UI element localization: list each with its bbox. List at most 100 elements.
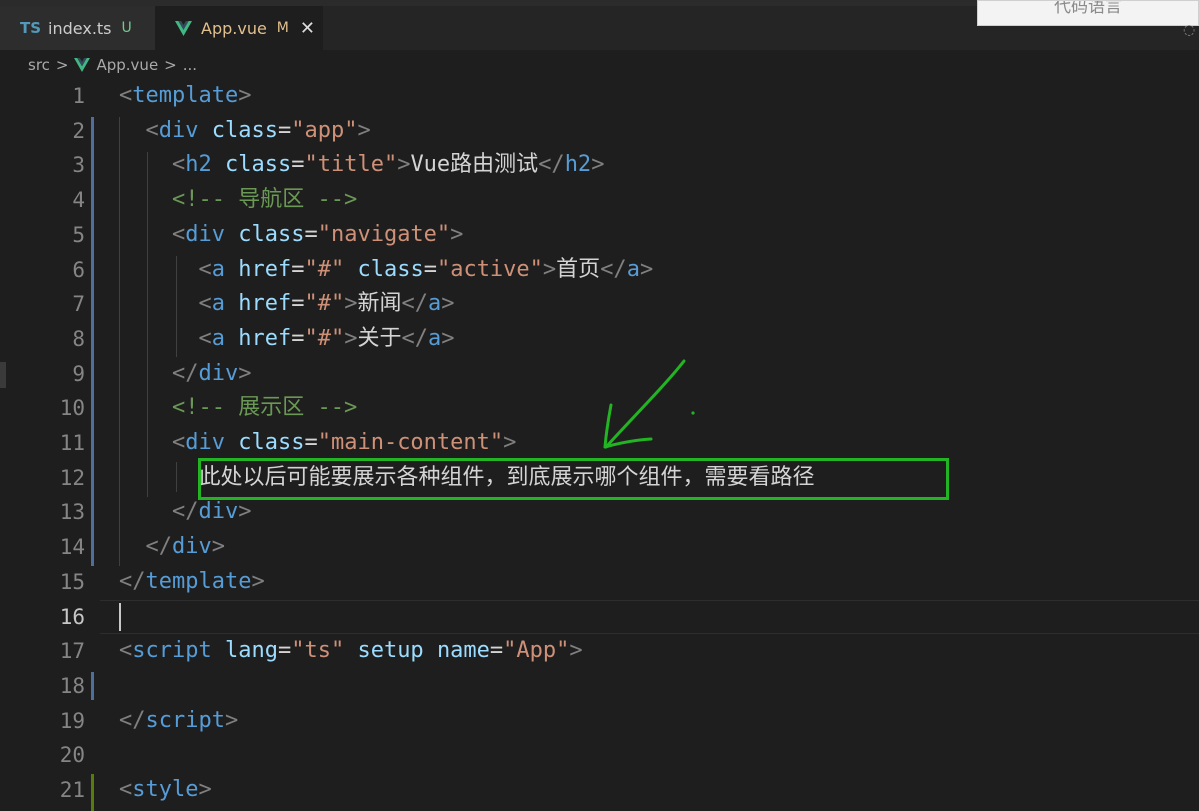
token-punctuation: < <box>198 325 212 351</box>
token-text: 首页 <box>556 256 601 282</box>
code-line[interactable]: 15 </template> <box>0 565 1199 599</box>
line-number: 20 <box>59 743 85 768</box>
code-line[interactable]: 1 <template> <box>0 79 1199 113</box>
token-equals-sign: = <box>489 638 504 664</box>
line-number: 8 <box>72 326 85 351</box>
breadcrumb-folder[interactable]: src <box>28 56 50 74</box>
token-punctuation: </ <box>538 152 565 178</box>
code-line[interactable]: 17 <script lang="ts" setup name="App"> <box>0 634 1199 668</box>
token-punctuation: < <box>171 221 186 247</box>
token-equals-sign: = <box>304 430 318 455</box>
line-code[interactable]: <!-- 展示区 --> <box>119 391 357 425</box>
code-line[interactable]: 14 </div> <box>0 530 1199 564</box>
token-punctuation: > <box>397 152 411 178</box>
line-number: 18 <box>59 673 85 698</box>
close-icon[interactable]: ✕ <box>300 18 315 39</box>
code-line[interactable]: 7 <a href="#">新闻</a> <box>0 287 1199 321</box>
token-punctuation: > <box>238 360 252 386</box>
line-code[interactable]: </script> <box>119 704 238 738</box>
code-line[interactable]: 6 <a href="#" class="active">首页</a> <box>0 253 1199 287</box>
token-punctuation: > <box>569 638 583 664</box>
token-punctuation: > <box>251 568 265 594</box>
token-punctuation: > <box>503 430 517 455</box>
line-number: 17 <box>59 639 85 664</box>
code-line[interactable]: 18 <box>0 669 1199 703</box>
token-punctuation: > <box>357 117 371 143</box>
line-code[interactable]: </div> <box>119 357 252 391</box>
modified-badge: M <box>276 20 289 36</box>
line-code[interactable]: </div> <box>119 530 226 564</box>
indent-guide <box>147 152 148 497</box>
typescript-icon: TS <box>20 19 42 37</box>
code-language-popup[interactable]: 代码语言 <box>977 0 1199 26</box>
line-code[interactable]: <!-- 导航区 --> <box>119 183 357 217</box>
token-tag-name: a <box>211 256 225 282</box>
line-code[interactable]: <div class="app"> <box>119 114 371 148</box>
token-punctuation: > <box>198 777 212 802</box>
code-line[interactable]: 13 </div> <box>0 495 1199 529</box>
untracked-badge: U <box>121 20 132 36</box>
token-equals-sign: = <box>291 325 305 351</box>
line-code[interactable]: <h2 class="title">Vue路由测试</h2> <box>119 148 604 182</box>
line-code[interactable]: <template> <box>119 79 251 113</box>
token-attribute-name: class <box>238 430 305 455</box>
code-line[interactable]: 21 <style> <box>0 773 1199 807</box>
line-number: 2 <box>72 118 85 143</box>
line-code[interactable]: <a href="#" class="active">首页</a> <box>119 253 653 287</box>
token-punctuation: > <box>542 256 557 282</box>
code-line[interactable]: 4 <!-- 导航区 --> <box>0 183 1199 217</box>
line-number: 12 <box>59 465 85 490</box>
indent-guide <box>176 256 177 357</box>
token-attribute-name: href <box>238 256 292 282</box>
code-line[interactable]: 5 <div class="navigate"> <box>0 218 1199 252</box>
code-line[interactable]: 2 <div class="app"> <box>0 114 1199 148</box>
more-actions-icon[interactable]: ◌ <box>1183 22 1195 38</box>
line-code[interactable]: </template> <box>119 565 265 599</box>
line-number: 6 <box>72 257 85 282</box>
breadcrumb-file[interactable]: App.vue <box>96 56 158 74</box>
token-text: 新闻 <box>357 291 402 317</box>
token-text: Vue路由测试 <box>410 152 539 178</box>
tab-index-ts[interactable]: TS index.ts U <box>0 6 155 50</box>
line-code[interactable]: <a href="#">新闻</a> <box>119 287 454 321</box>
line-code[interactable]: <a href="#">关于</a> <box>119 322 454 356</box>
line-number: 19 <box>59 708 85 733</box>
code-line[interactable]: 19 </script> <box>0 704 1199 738</box>
line-code[interactable]: <script lang="ts" setup name="App"> <box>119 634 583 668</box>
git-modified-indicator[interactable] <box>91 672 94 700</box>
git-added-indicator[interactable] <box>91 774 94 811</box>
token-punctuation: > <box>344 291 358 317</box>
code-line[interactable]: 3 <h2 class="title">Vue路由测试</h2> <box>0 148 1199 182</box>
line-code[interactable]: </div> <box>119 495 252 529</box>
line-number: 16 <box>59 604 85 629</box>
token-equals-sign: = <box>277 117 292 143</box>
token-attribute-value: "#" <box>304 256 345 282</box>
token-punctuation: > <box>224 707 239 733</box>
token-punctuation: > <box>441 291 455 317</box>
token-attribute-value: "ts" <box>291 638 345 664</box>
token-tag-name: script <box>145 707 225 733</box>
token-equals-sign: = <box>277 638 292 664</box>
token-attribute-value: "title" <box>304 152 398 178</box>
indent-guide <box>176 462 177 492</box>
line-code[interactable]: <div class="main-content"> <box>119 426 516 460</box>
token-punctuation: > <box>238 499 252 525</box>
line-code[interactable]: <style> <box>119 773 212 807</box>
code-line[interactable]: 8 <a href="#">关于</a> <box>0 322 1199 356</box>
line-code[interactable]: <div class="navigate"> <box>119 218 463 252</box>
code-line[interactable]: 20 <box>0 738 1199 772</box>
token-punctuation: > <box>238 83 252 108</box>
text-cursor <box>119 603 121 631</box>
tab-label: App.vue <box>201 18 267 38</box>
vue-icon <box>74 58 91 72</box>
breadcrumb-more[interactable]: ... <box>183 56 197 74</box>
code-line[interactable]: 16 <box>0 600 1199 634</box>
git-modified-indicator[interactable] <box>91 117 94 566</box>
tab-app-vue[interactable]: App.vue M ✕ <box>155 6 323 50</box>
